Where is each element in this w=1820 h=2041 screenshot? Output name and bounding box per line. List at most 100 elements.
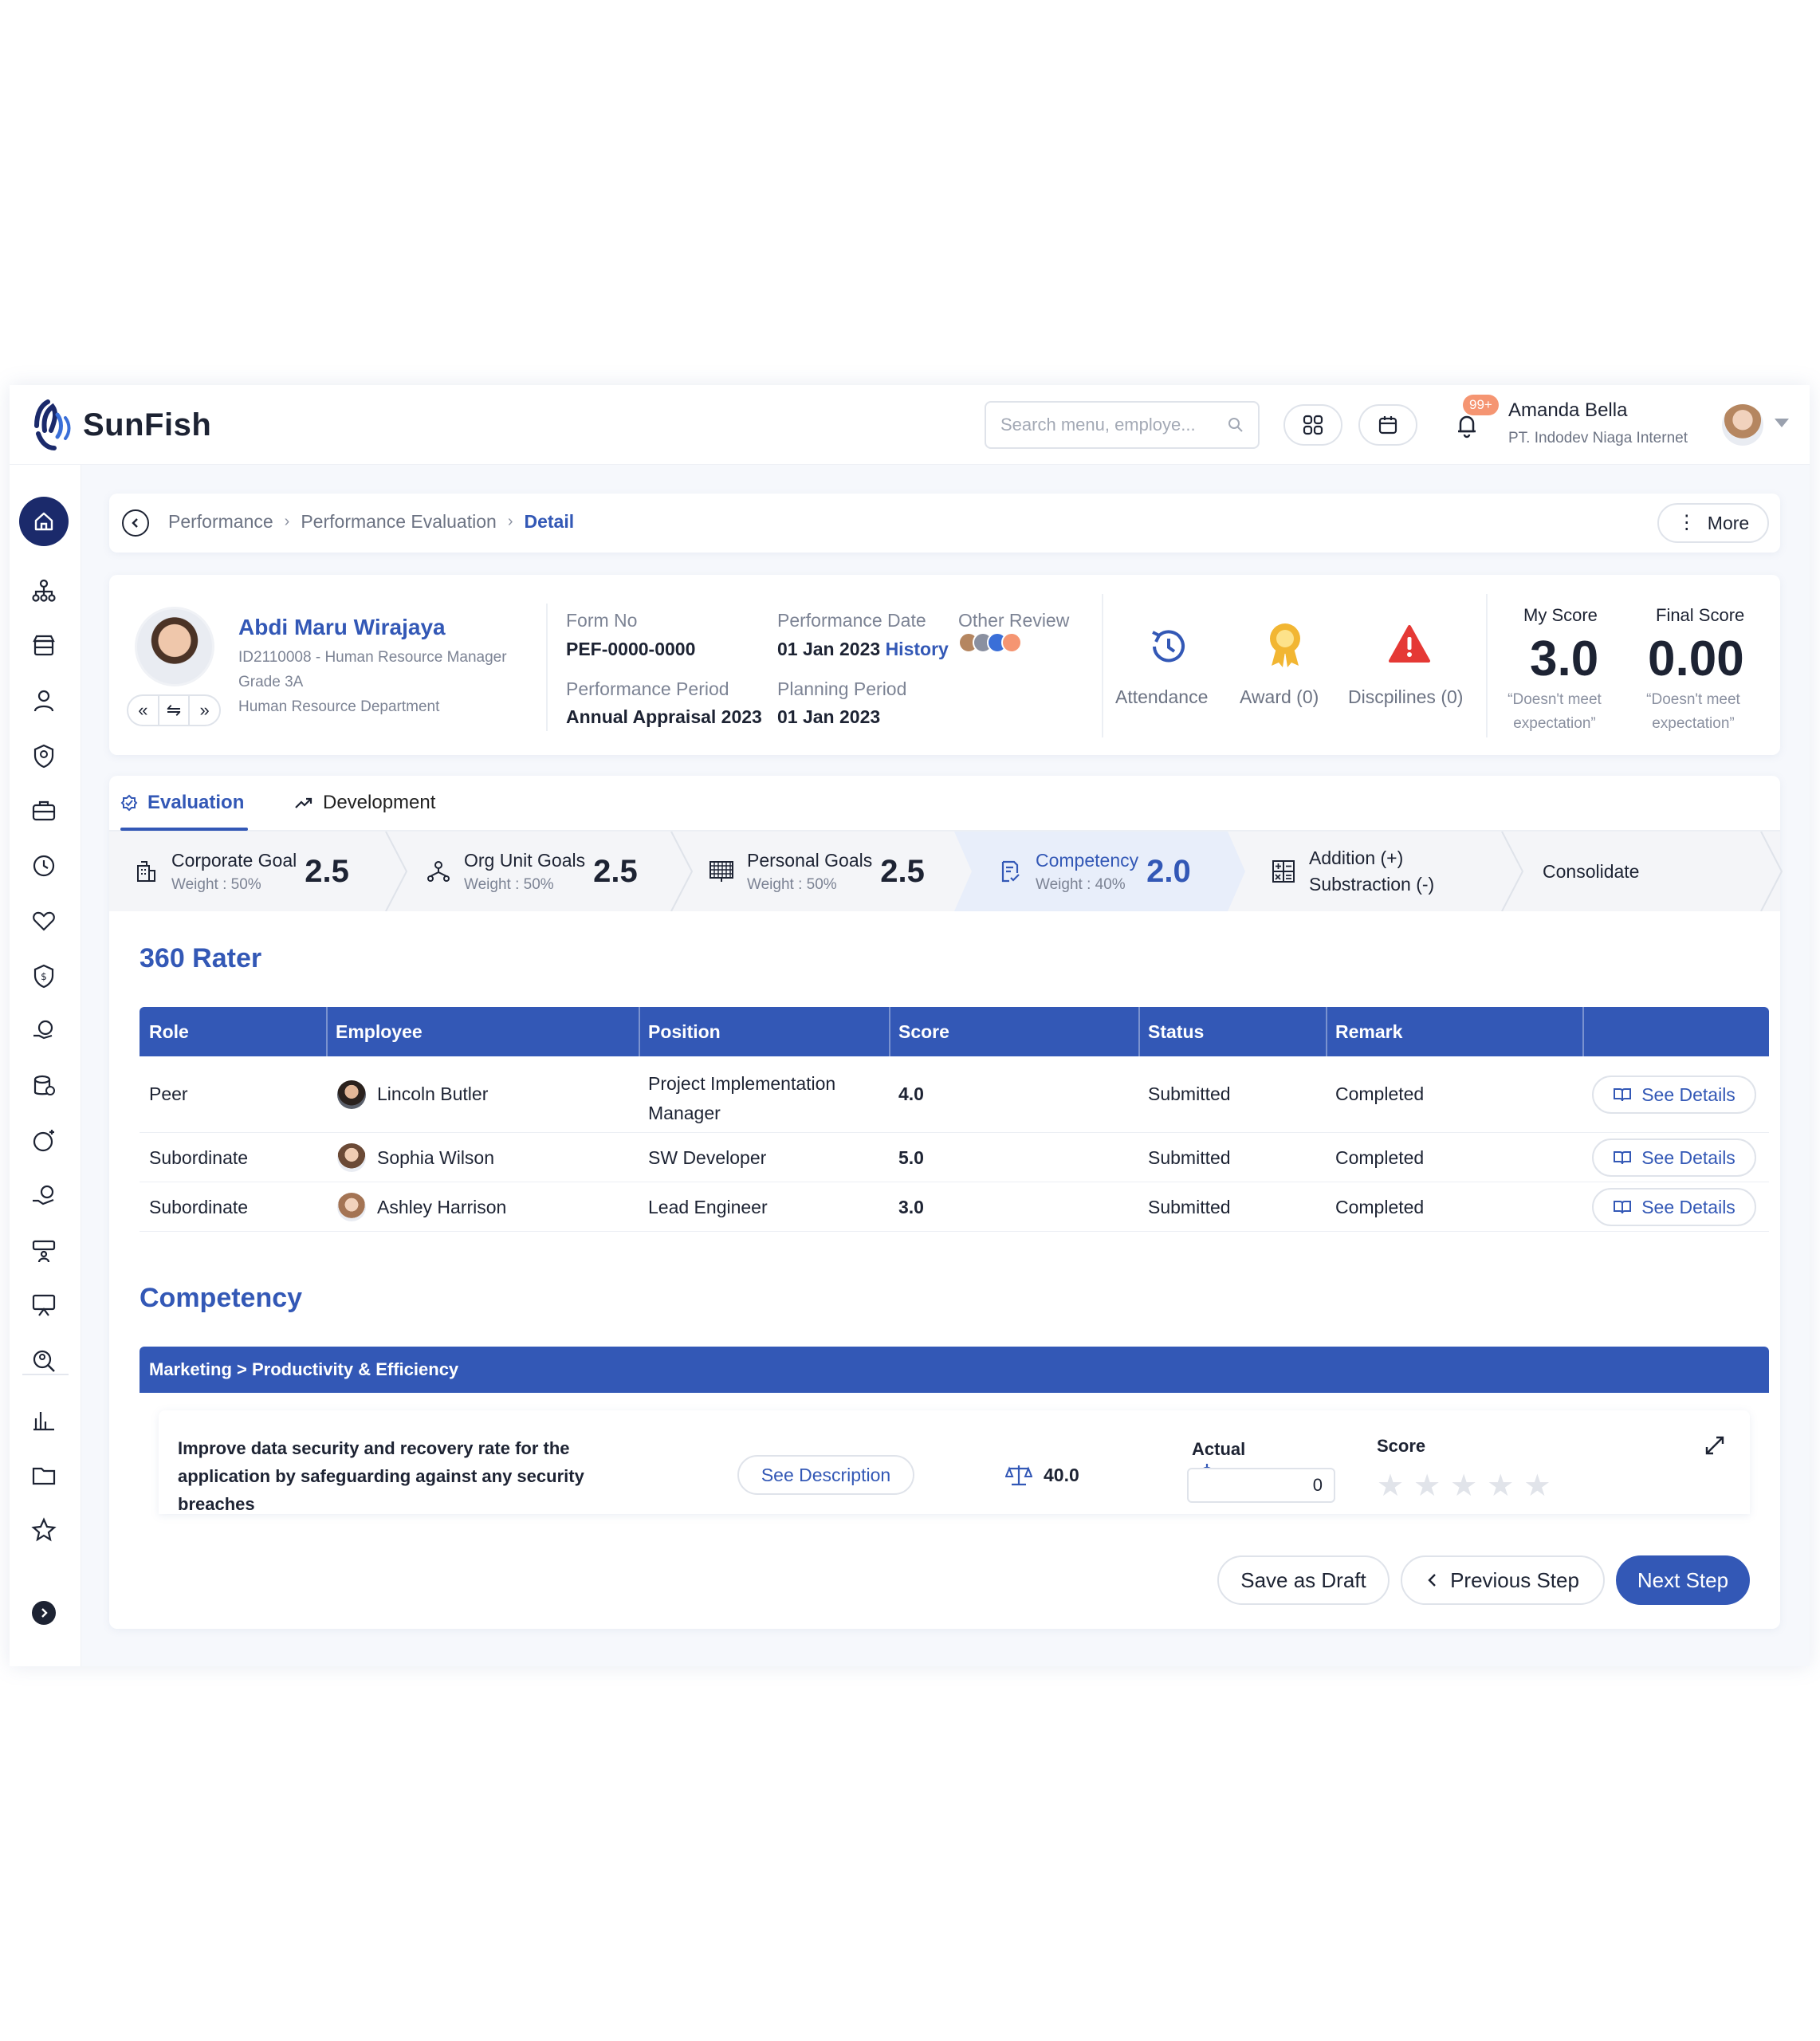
apps-button[interactable] bbox=[1283, 404, 1342, 446]
cell-employee: Ashley Harrison bbox=[377, 1197, 507, 1217]
attendance-history-icon[interactable] bbox=[1146, 624, 1191, 669]
sidebar-item-benefit[interactable]: $ bbox=[29, 962, 58, 990]
step-score: 2.5 bbox=[305, 853, 349, 889]
rating-star-icon[interactable]: ★ bbox=[1413, 1471, 1441, 1501]
user-name[interactable]: Amanda Bella bbox=[1508, 399, 1627, 422]
sidebar-item-store[interactable] bbox=[29, 631, 58, 660]
save-draft-button[interactable]: Save as Draft bbox=[1217, 1555, 1390, 1605]
chevron-down-icon[interactable] bbox=[1775, 419, 1789, 427]
divider bbox=[1486, 594, 1488, 737]
sidebar-item-home[interactable] bbox=[19, 497, 69, 546]
more-button[interactable]: ⋮ More bbox=[1657, 503, 1769, 543]
swap-icon[interactable]: ⇋ bbox=[159, 696, 191, 725]
step-score: 2.5 bbox=[880, 853, 925, 889]
document-check-icon bbox=[1001, 860, 1020, 883]
sidebar-item-finance[interactable] bbox=[29, 1072, 58, 1100]
history-link[interactable]: History bbox=[886, 639, 949, 659]
sidebar-item-wellness[interactable] bbox=[29, 906, 58, 935]
column-header: Remark bbox=[1335, 1021, 1403, 1042]
tab-evaluation[interactable]: Evaluation bbox=[120, 792, 244, 814]
cell-role: Subordinate bbox=[149, 1147, 249, 1168]
next-step-button[interactable]: Next Step bbox=[1616, 1555, 1750, 1605]
step-corporate-goal[interactable]: Corporate Goal Weight : 50% 2.5 bbox=[132, 832, 349, 911]
breadcrumb-item-performance[interactable]: Performance bbox=[168, 511, 273, 533]
rating-star-icon[interactable]: ★ bbox=[1523, 1471, 1551, 1501]
other-review-avatars[interactable] bbox=[958, 632, 1022, 653]
rating-star-icon[interactable]: ★ bbox=[1377, 1471, 1404, 1501]
column-divider bbox=[1138, 1007, 1140, 1056]
employee-navigator: « ⇋ » bbox=[127, 694, 221, 726]
performance-period-label: Performance Period bbox=[566, 678, 729, 699]
employee-summary-card: « ⇋ » Abdi Maru Wirajaya ID2110008 - Hum… bbox=[109, 575, 1780, 755]
previous-step-label: Previous Step bbox=[1450, 1567, 1579, 1592]
back-button[interactable] bbox=[122, 509, 149, 537]
chevron-left-icon bbox=[132, 518, 138, 528]
sidebar-expand-button[interactable] bbox=[32, 1601, 56, 1625]
sidebar-item-security[interactable] bbox=[29, 741, 58, 770]
step-consolidate[interactable]: Consolidate bbox=[1543, 832, 1639, 911]
search-input[interactable]: Search menu, employe... bbox=[985, 401, 1260, 449]
book-open-icon bbox=[1614, 1151, 1632, 1165]
sidebar-item-jobs[interactable] bbox=[29, 796, 58, 825]
previous-step-button[interactable]: Previous Step bbox=[1401, 1555, 1605, 1605]
step-addition-substraction[interactable]: Addition (+) Substraction (-) bbox=[1269, 832, 1434, 911]
sidebar-item-person[interactable] bbox=[29, 686, 58, 715]
first-employee-button[interactable]: « bbox=[128, 696, 159, 725]
step-personal-goals[interactable]: Personal Goals Weight : 50% 2.5 bbox=[707, 832, 925, 911]
avatar bbox=[337, 1143, 366, 1172]
breadcrumb-item-evaluation[interactable]: Performance Evaluation bbox=[301, 511, 496, 533]
employee-name[interactable]: Abdi Maru Wirajaya bbox=[238, 615, 446, 640]
sidebar-item-analytics[interactable] bbox=[29, 1406, 58, 1434]
calendar-button[interactable] bbox=[1358, 404, 1417, 446]
sidebar-item-favorites[interactable] bbox=[29, 1516, 58, 1544]
employee-id-position: ID2110008 - Human Resource Manager bbox=[238, 649, 507, 666]
database-money-icon bbox=[33, 1075, 55, 1095]
sidebar-item-recruitment[interactable] bbox=[29, 1347, 58, 1375]
see-description-button[interactable]: See Description bbox=[737, 1455, 914, 1495]
step-org-unit-goals[interactable]: Org Unit Goals Weight : 50% 2.5 bbox=[424, 832, 638, 911]
see-details-button[interactable]: See Details bbox=[1592, 1138, 1756, 1177]
avatar bbox=[337, 1193, 366, 1221]
rating-star-icon[interactable]: ★ bbox=[1487, 1471, 1514, 1501]
sidebar-item-documents[interactable] bbox=[29, 1461, 58, 1489]
score-rating[interactable]: ★ ★ ★ ★ ★ bbox=[1377, 1471, 1551, 1501]
sidebar-item-time[interactable] bbox=[29, 851, 58, 880]
sidebar-item-loan[interactable] bbox=[29, 1182, 58, 1210]
chevron-left-icon bbox=[1428, 1574, 1436, 1587]
folder-icon bbox=[32, 1467, 56, 1485]
warning-icon[interactable] bbox=[1388, 624, 1431, 664]
sidebar-item-presentation[interactable] bbox=[29, 1292, 58, 1320]
tab-active-indicator bbox=[120, 828, 248, 831]
attendance-label[interactable]: Attendance bbox=[1115, 686, 1208, 708]
avatar bbox=[337, 1080, 366, 1109]
step-separator-icon bbox=[385, 832, 408, 911]
column-header: Score bbox=[898, 1021, 949, 1042]
actual-input[interactable] bbox=[1187, 1468, 1335, 1503]
step-competency[interactable]: Competency Weight : 40% 2.0 bbox=[954, 832, 1245, 911]
disciplines-label[interactable]: Discpilines (0) bbox=[1348, 686, 1463, 708]
sidebar-item-payroll[interactable] bbox=[29, 1017, 58, 1045]
sidebar-item-bonus[interactable] bbox=[29, 1127, 58, 1155]
cell-score: 3.0 bbox=[898, 1197, 924, 1217]
sidebar-item-training[interactable] bbox=[29, 1237, 58, 1265]
rating-star-icon[interactable]: ★ bbox=[1450, 1471, 1477, 1501]
badge-icon bbox=[120, 794, 138, 812]
award-ribbon-icon[interactable] bbox=[1267, 621, 1303, 669]
step-name: Personal Goals bbox=[747, 849, 873, 871]
tab-development[interactable]: Development bbox=[294, 792, 435, 814]
see-description-label: See Description bbox=[761, 1464, 891, 1485]
coin-plus-icon bbox=[33, 1130, 54, 1152]
performance-date-label: Performance Date bbox=[777, 610, 926, 631]
logo[interactable]: SunFish bbox=[30, 396, 211, 454]
expand-icon[interactable] bbox=[1704, 1434, 1726, 1457]
position-line: Manager bbox=[648, 1103, 721, 1123]
sidebar-item-org[interactable] bbox=[29, 576, 58, 605]
see-details-button[interactable]: See Details bbox=[1592, 1188, 1756, 1226]
competency-group-header[interactable]: Marketing > Productivity & Efficiency bbox=[140, 1347, 1769, 1393]
award-label[interactable]: Award (0) bbox=[1240, 686, 1319, 708]
cell-position: Project Implementation Manager bbox=[648, 1069, 835, 1128]
last-employee-button[interactable]: » bbox=[190, 696, 219, 725]
step-name: Corporate Goal bbox=[171, 849, 297, 871]
see-details-button[interactable]: See Details bbox=[1592, 1076, 1756, 1114]
user-avatar[interactable] bbox=[1722, 404, 1763, 446]
